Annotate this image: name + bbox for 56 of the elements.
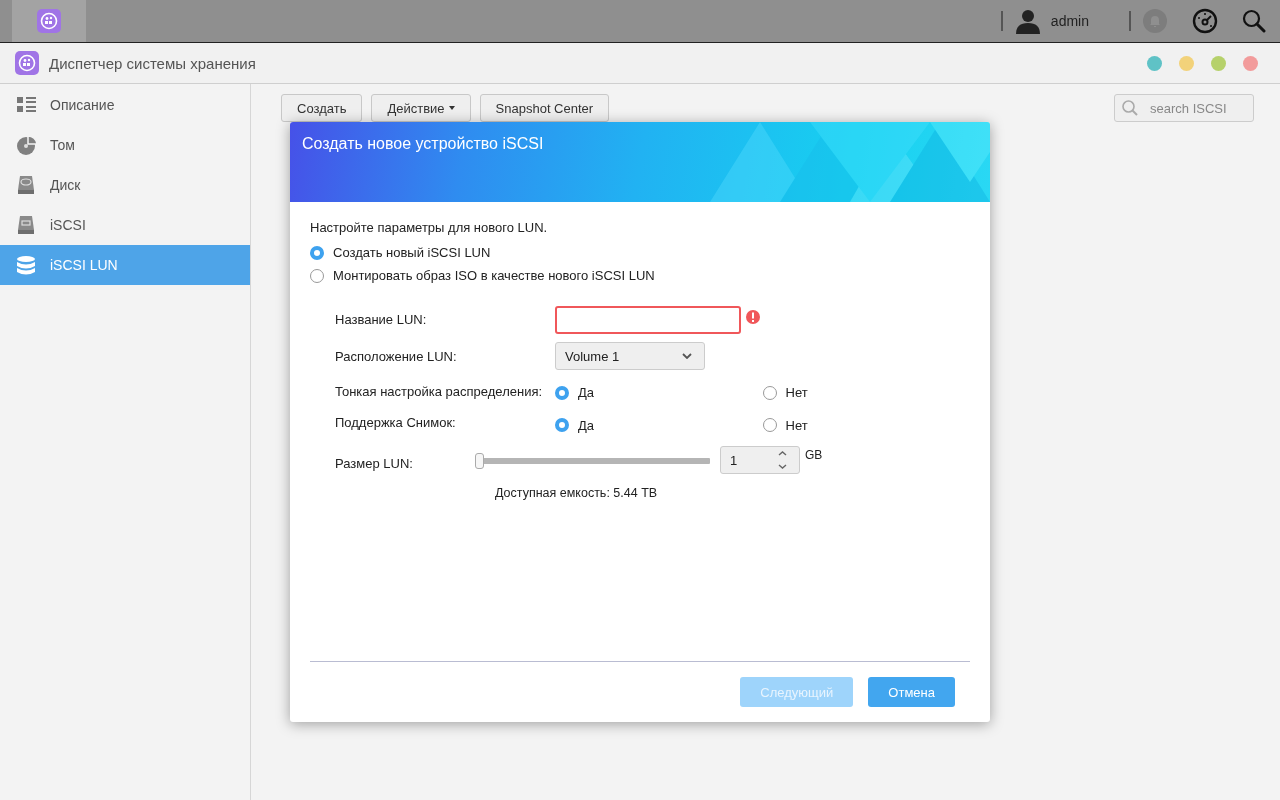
window-control-button[interactable] (1211, 55, 1226, 71)
option-label: Нет (785, 385, 808, 400)
field-label: Тонкая настройка распределения: (335, 384, 544, 399)
dialog-title: Создать новое устройство iSCSI (302, 135, 544, 153)
radio-button[interactable] (555, 418, 569, 432)
search-field[interactable]: search ISCSI (1114, 94, 1254, 122)
sidebar-item[interactable]: Том (0, 125, 250, 165)
sidebar-item[interactable]: Описание (0, 85, 250, 125)
sidebar-item[interactable]: iSCSI (0, 205, 250, 245)
option-label: Монтировать образ ISO в качестве нового iSCSI LUN (333, 268, 655, 283)
caret-icon (448, 106, 455, 110)
window-title: Диспетчер системы хранения (49, 54, 257, 72)
slider-thumb[interactable] (475, 453, 484, 469)
drive-icon (16, 175, 37, 195)
stepper-icon[interactable] (778, 450, 787, 470)
toolbar-button[interactable]: Создать (281, 94, 363, 122)
user-icon[interactable] (1014, 8, 1041, 34)
unit-label: GB (805, 448, 823, 462)
toolbar-button[interactable]: Snapshot Center (479, 94, 610, 122)
capacity-text: Доступная емкость: 5.44 TB (495, 486, 659, 500)
radio-button[interactable] (762, 385, 777, 400)
field-label: Поддержка Снимок: (335, 415, 457, 430)
user-name[interactable]: admin (1050, 13, 1089, 29)
app-taskbar-button[interactable] (12, 0, 86, 42)
window-control-button[interactable] (1147, 55, 1162, 71)
window-control-button[interactable] (1179, 55, 1194, 71)
chevron-down-icon (682, 353, 692, 359)
radio-button[interactable] (310, 245, 324, 260)
option-label: Создать новый iSCSI LUN (333, 245, 491, 260)
option-label: Да (578, 417, 595, 433)
option-label: Нет (785, 417, 808, 433)
instruction-text: Настройте параметры для нового LUN. (310, 220, 549, 235)
field-label: Размер LUN: (335, 456, 414, 471)
database-icon (16, 255, 37, 275)
radio-button[interactable] (555, 385, 569, 400)
search-icon[interactable] (1242, 9, 1266, 33)
error-icon (746, 309, 760, 324)
drive-icon (16, 215, 37, 235)
list-icon (16, 95, 37, 115)
number-field[interactable]: 1 (720, 446, 800, 474)
dropdown-field[interactable]: Volume 1 (555, 342, 705, 370)
input-field[interactable] (555, 305, 741, 334)
app-icon (37, 9, 61, 33)
window-control-button[interactable] (1243, 55, 1258, 71)
radio-button[interactable] (762, 418, 777, 432)
dropdown-button[interactable]: Действие (371, 94, 471, 122)
slider[interactable] (475, 453, 710, 469)
field-label: Расположение LUN: (335, 348, 458, 364)
search-icon (1122, 100, 1138, 116)
pie-disc-icon (16, 135, 37, 155)
option-label: Да (578, 385, 595, 400)
field-label: Название LUN: (335, 312, 428, 327)
radio-button[interactable] (310, 268, 324, 283)
app-icon (15, 51, 39, 75)
gauge-icon[interactable] (1192, 8, 1218, 34)
sidebar-item[interactable]: Диск (0, 165, 250, 205)
